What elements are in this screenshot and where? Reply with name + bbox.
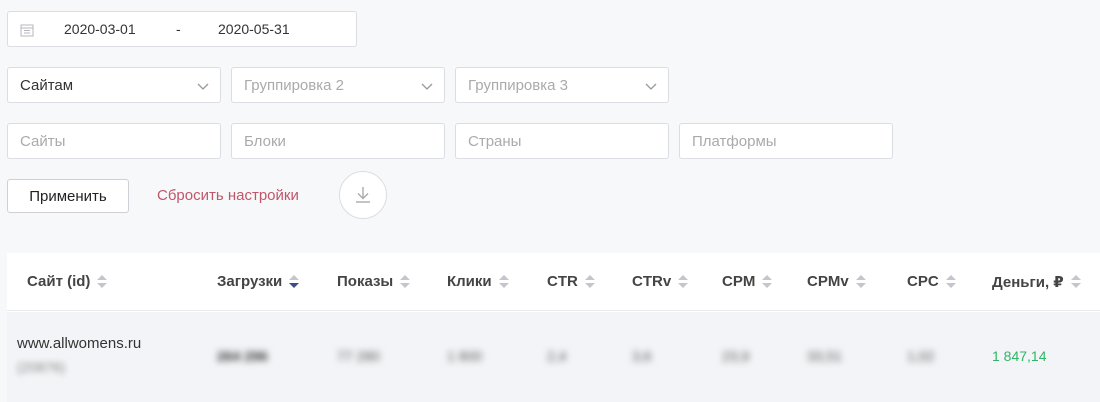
column-header-cpc[interactable]: CPC (907, 273, 956, 290)
column-header-clicks[interactable]: Клики (447, 273, 509, 290)
download-icon (356, 187, 370, 203)
ctr-value: 2,4 (547, 348, 567, 364)
column-header-impressions[interactable]: Показы (337, 273, 411, 290)
grouping-select-3-value: Группировка 3 (468, 76, 568, 94)
sort-icon (498, 274, 509, 289)
grouping-select-1-value: Сайтам (20, 76, 74, 94)
column-label: Клики (447, 273, 492, 290)
cpmv-value: 33,51 (807, 348, 843, 364)
platforms-filter-placeholder: Платформы (692, 132, 777, 150)
date-from: 2020-03-01 (64, 21, 136, 37)
clicks-value: 1 800 (447, 348, 483, 364)
column-label: CPC (907, 273, 939, 290)
sort-icon (584, 274, 595, 289)
sort-icon (678, 274, 689, 289)
date-separator: - (176, 21, 181, 37)
column-header-cpm[interactable]: CPM (722, 273, 773, 290)
impressions-value: 77 280 (337, 348, 380, 364)
table-header: Сайт (id) Загрузки Показы Клики CTR CTRv… (7, 253, 1100, 311)
site-name: www.allwomens.ru (17, 335, 142, 352)
sort-icon (97, 274, 108, 289)
column-label: CTR (547, 273, 578, 290)
sort-desc-icon (289, 274, 300, 289)
sort-icon (762, 274, 773, 289)
column-header-loads[interactable]: Загрузки (217, 273, 300, 290)
column-label: CPM (722, 273, 756, 290)
ctrv-value: 3,6 (632, 348, 652, 364)
stats-table: Сайт (id) Загрузки Показы Клики CTR CTRv… (7, 253, 1100, 402)
grouping-select-2[interactable]: Группировка 2 (231, 67, 445, 103)
countries-filter-input[interactable]: Страны (455, 123, 669, 159)
sort-icon (1070, 275, 1081, 289)
chevron-down-icon (421, 83, 433, 90)
date-range-picker[interactable]: 2020-03-01 - 2020-05-31 (7, 11, 357, 47)
date-to: 2020-05-31 (218, 21, 290, 37)
platforms-filter-input[interactable]: Платформы (679, 123, 893, 159)
chevron-down-icon (645, 83, 657, 90)
grouping-select-1[interactable]: Сайтам (7, 67, 221, 103)
loads-value: 264 296 (217, 348, 268, 364)
reset-settings-link[interactable]: Сбросить настройки (157, 187, 299, 204)
column-label: CPMv (807, 273, 849, 290)
column-header-money[interactable]: Деньги, ₽ (992, 273, 1081, 291)
chevron-down-icon (197, 83, 209, 90)
column-header-cpmv[interactable]: CPMv (807, 273, 866, 290)
column-header-site[interactable]: Сайт (id) (27, 273, 108, 290)
sites-filter-placeholder: Сайты (20, 132, 66, 150)
grouping-select-3[interactable]: Группировка 3 (455, 67, 669, 103)
apply-button[interactable]: Применить (7, 179, 129, 213)
money-value: 1 847,14 (992, 348, 1047, 364)
cpm-value: 23,9 (722, 348, 750, 364)
sort-icon (855, 274, 866, 289)
cpc-value: 1,02 (907, 348, 935, 364)
blocks-filter-placeholder: Блоки (244, 132, 286, 150)
site-id: (20876) (17, 359, 66, 375)
column-label: Деньги, ₽ (992, 274, 1064, 291)
sort-icon (945, 274, 956, 289)
column-label: Сайт (id) (27, 273, 91, 290)
column-header-ctr[interactable]: CTR (547, 273, 595, 290)
calendar-icon (20, 24, 34, 37)
column-label: Показы (337, 273, 394, 290)
download-button[interactable] (339, 171, 387, 219)
sort-icon (400, 274, 411, 289)
sites-filter-input[interactable]: Сайты (7, 123, 221, 159)
column-label: CTRv (632, 273, 672, 290)
blocks-filter-input[interactable]: Блоки (231, 123, 445, 159)
grouping-select-2-value: Группировка 2 (244, 76, 344, 94)
table-row: www.allwomens.ru (20876) 264 296 77 280 … (7, 312, 1100, 402)
column-header-ctrv[interactable]: CTRv (632, 273, 689, 290)
column-label: Загрузки (217, 273, 283, 290)
countries-filter-placeholder: Страны (468, 132, 522, 150)
